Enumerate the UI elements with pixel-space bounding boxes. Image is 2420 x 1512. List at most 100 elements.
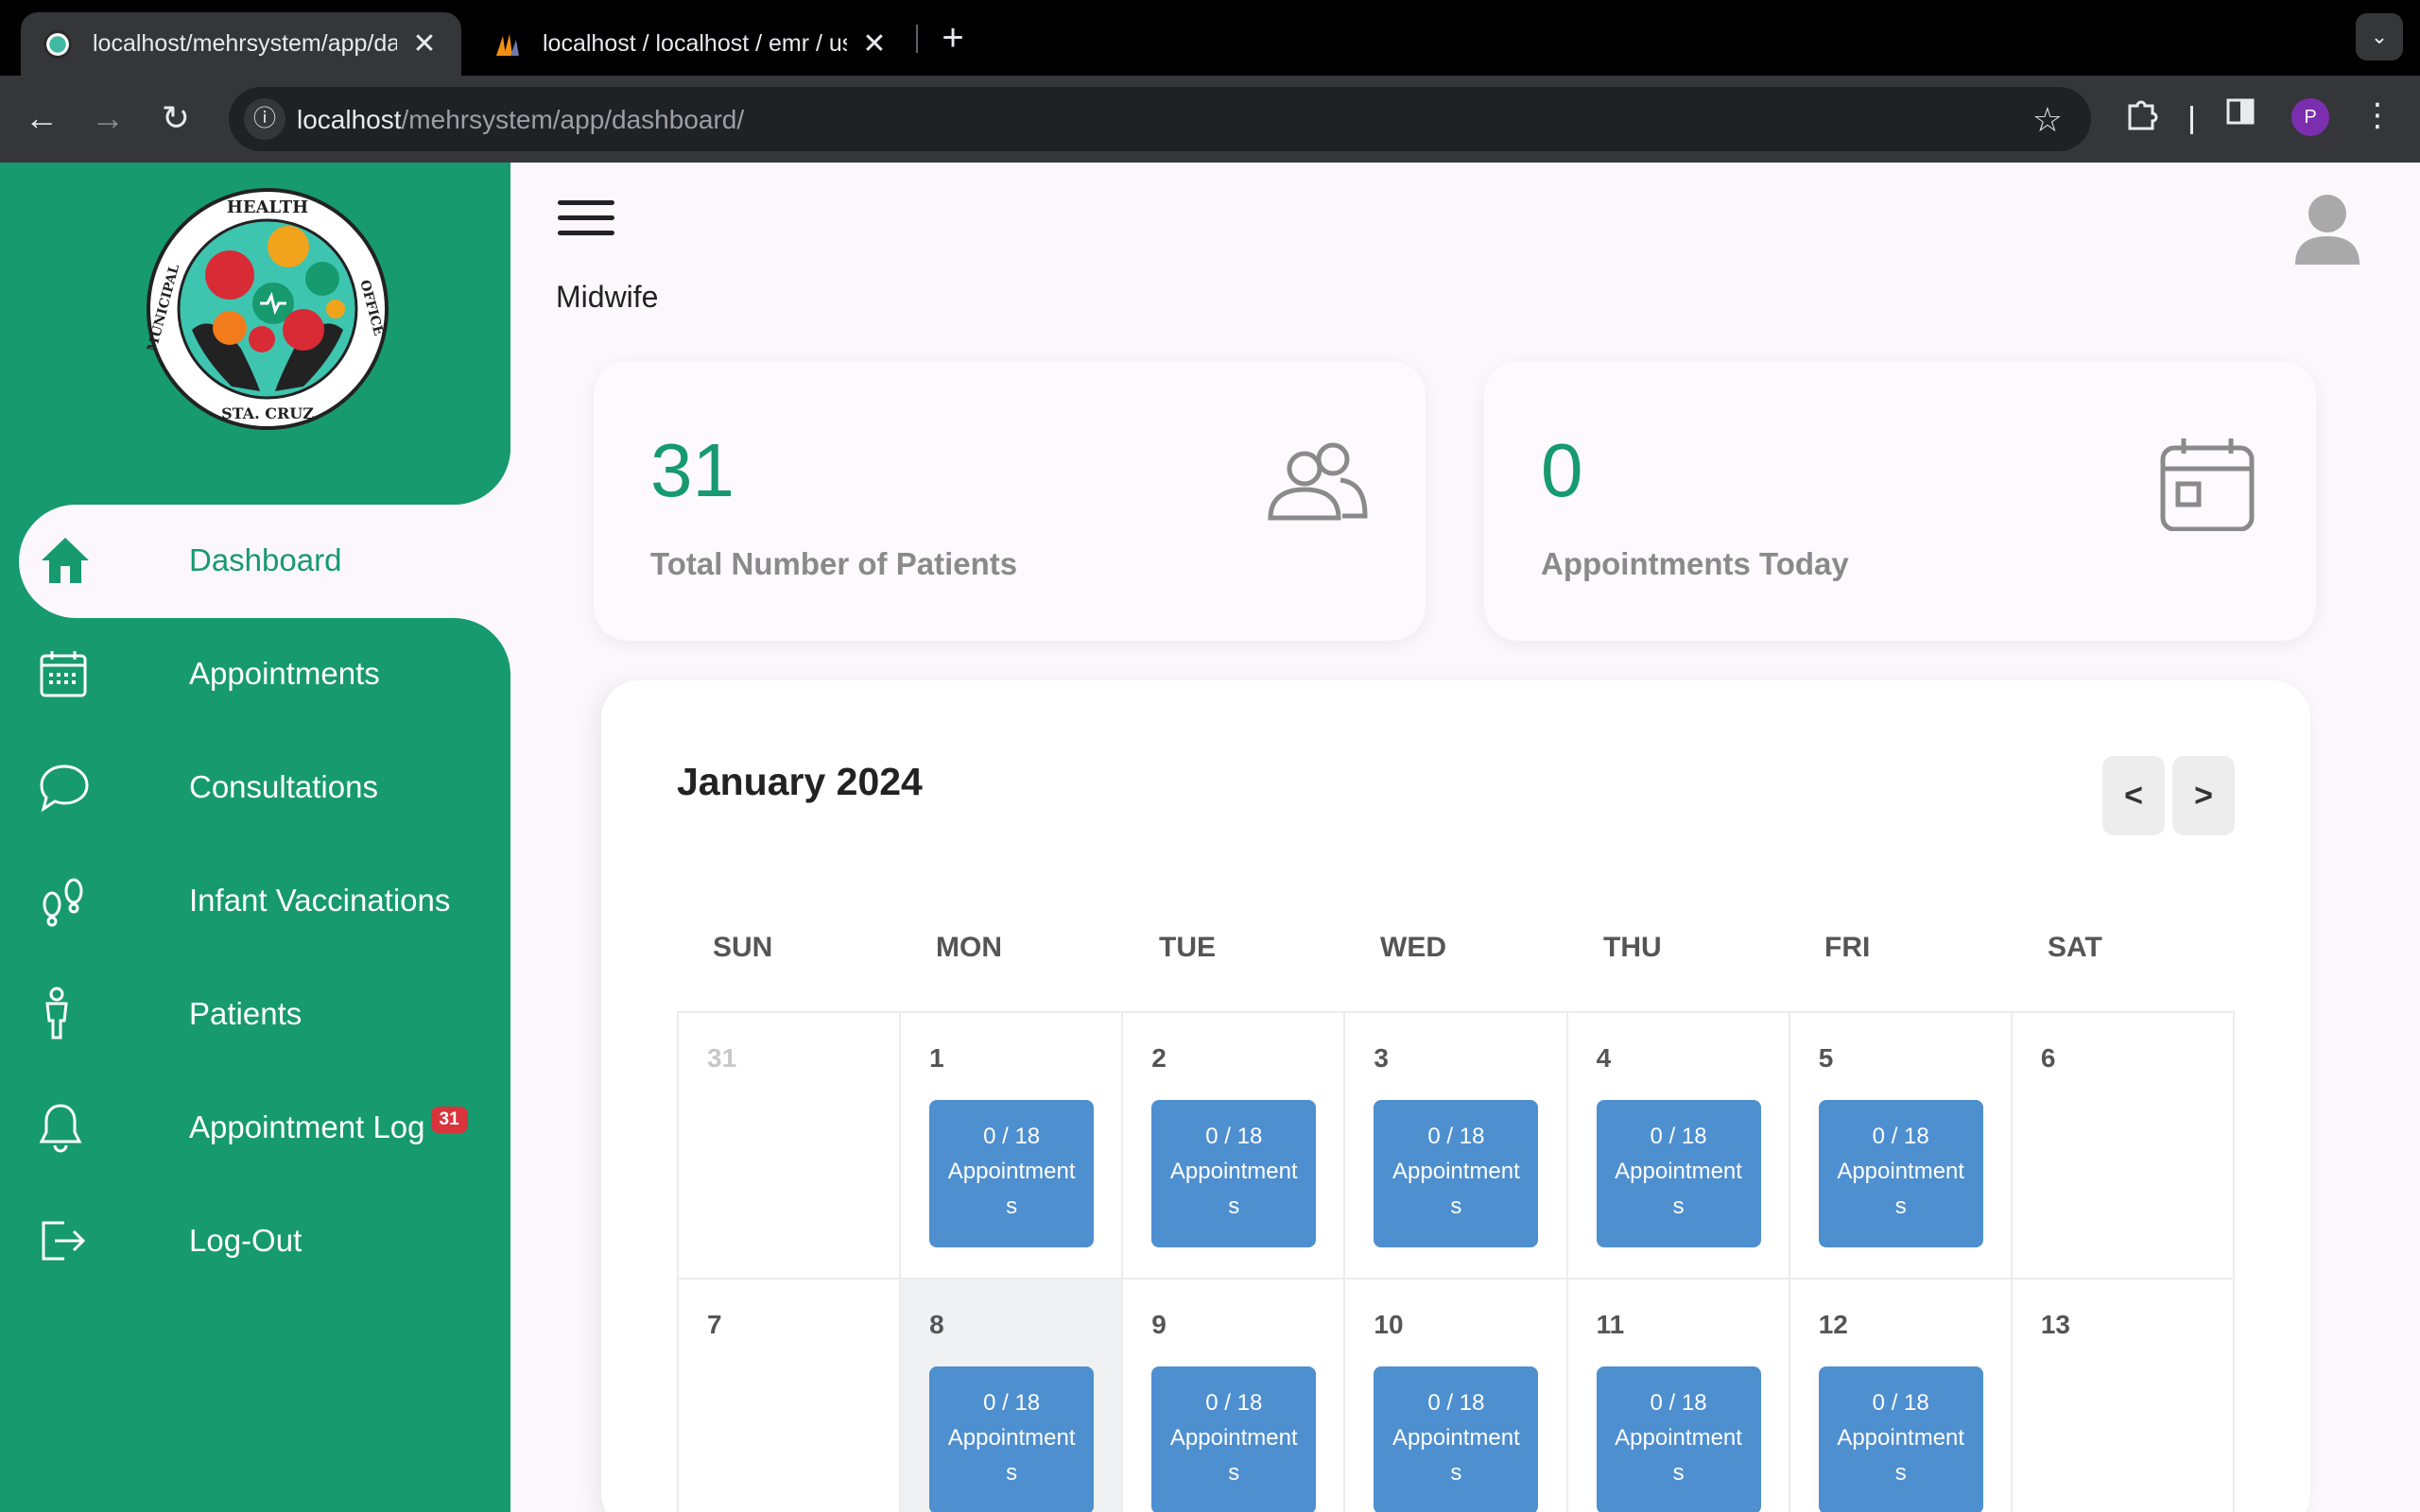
calendar-day-number: 8	[929, 1310, 944, 1339]
calendar-month-title: January 2024	[677, 760, 923, 803]
appointment-slot-text: Appointment	[1615, 1159, 1742, 1184]
svg-text:HEALTH: HEALTH	[227, 198, 308, 217]
weekday-header: MON	[936, 932, 1002, 963]
calendar-grid: 31 1 0 / 18 Appointment s 2 0 / 18 Appointment s…	[677, 1011, 2235, 1512]
appointment-slot-block[interactable]: 0 / 18 Appointment s	[1151, 1100, 1317, 1247]
appointment-slot-text: 0 / 18	[1650, 1124, 1707, 1149]
calendar-day-number: 5	[1818, 1043, 1834, 1073]
browser-tab-dashboard[interactable]: localhost/mehrsystem/app/da ✕	[21, 12, 461, 76]
tab-divider	[916, 25, 918, 53]
calendar-prev-button[interactable]: <	[2102, 756, 2165, 835]
calendar-next-button[interactable]: >	[2172, 756, 2235, 835]
svg-text:STA. CRUZ: STA. CRUZ	[221, 404, 314, 422]
appointment-slot-text: Appointment	[947, 1425, 1076, 1451]
main-content: Midwife 31 Total Number of Patients 0 Ap…	[510, 163, 2420, 1512]
calendar-day-cell[interactable]: 11 0 / 18 Appointment s	[1568, 1280, 1790, 1512]
municipal-health-office-logo: HEALTH STA. CRUZ MUNICIPAL OFFICE	[147, 188, 389, 430]
people-group-icon	[1268, 442, 1368, 521]
sidebar-item-appointments[interactable]: Appointments	[38, 631, 492, 716]
appointment-slot-block[interactable]: 0 / 18 Appointment s	[929, 1366, 1095, 1512]
appointment-slot-text: Appointment	[947, 1159, 1076, 1184]
calendar-day-cell[interactable]: 3 0 / 18 Appointment s	[1345, 1013, 1568, 1278]
appointment-slot-text: 0 / 18	[1872, 1124, 1929, 1149]
sidebar-item-label: Dashboard	[189, 542, 342, 577]
calendar-day-cell[interactable]: 1 0 / 18 Appointment s	[901, 1013, 1124, 1278]
address-bar[interactable]: ⓘ localhost/mehrsystem/app/dashboard/ ☆	[229, 87, 2091, 151]
calendar-day-cell[interactable]: 31	[679, 1013, 902, 1278]
calendar-day-cell[interactable]: 8 0 / 18 Appointment s	[901, 1280, 1124, 1512]
calendar-day-cell[interactable]: 12 0 / 18 Appointment s	[1790, 1280, 2013, 1512]
bookmark-star-icon[interactable]: ☆	[2032, 100, 2063, 140]
appointment-slot-text: 0 / 18	[1427, 1390, 1485, 1416]
weekday-header: WED	[1380, 932, 1446, 963]
appointment-slot-block[interactable]: 0 / 18 Appointment s	[1374, 1100, 1539, 1247]
url-text[interactable]: localhost/mehrsystem/app/dashboard/	[297, 105, 744, 135]
sidebar-item-log-out[interactable]: Log-Out	[38, 1198, 492, 1283]
calendar-day-cell[interactable]: 6	[2013, 1013, 2235, 1278]
weekday-header: SAT	[2048, 932, 2102, 963]
calendar-day-cell[interactable]: 5 0 / 18 Appointment s	[1790, 1013, 2013, 1278]
calendar-day-cell[interactable]: 13	[2013, 1280, 2235, 1512]
calendar-week-row: 780 / 18 Appointment s 9 0 / 18 Appointment s 1…	[679, 1280, 2235, 1512]
appointment-slot-block[interactable]: 0 / 18 Appointment s	[1151, 1366, 1317, 1512]
calendar-day-cell[interactable]: 2 0 / 18 Appointment s	[1123, 1013, 1346, 1278]
appointment-slot-text: Appointment	[1169, 1159, 1298, 1184]
site-info-icon[interactable]: ⓘ	[244, 98, 285, 140]
sidebar-item-appointment-log[interactable]: Appointment Log 31	[38, 1085, 492, 1170]
appointment-slot-block[interactable]: 0 / 18 Appointment s	[929, 1100, 1095, 1247]
calendar-day-number: 13	[2040, 1310, 2070, 1339]
appointment-slot-text: 0 / 18	[1872, 1390, 1929, 1416]
appointment-slot-text: Appointment	[1392, 1425, 1520, 1451]
profile-avatar[interactable]: P	[2291, 98, 2329, 136]
appointment-slot-text: Appointment	[1392, 1159, 1520, 1184]
calendar-day-cell[interactable]: 9 0 / 18 Appointment s	[1123, 1280, 1346, 1512]
calendar-day-number: 31	[707, 1043, 737, 1073]
appointment-calendar: January 2024 < > SUN MON TUE WED THU FRI…	[601, 680, 2310, 1512]
calendar-day-number: 11	[1596, 1310, 1625, 1339]
calendar-day-cell[interactable]: 10 0 / 18 Appointment s	[1345, 1280, 1568, 1512]
user-avatar-icon[interactable]	[2293, 191, 2361, 266]
reload-icon[interactable]: ↻	[151, 94, 200, 144]
sidebar-item-patients[interactable]: Patients	[38, 971, 492, 1057]
appointment-slot-text: 0 / 18	[983, 1390, 1041, 1416]
browser-tab-phpmyadmin[interactable]: localhost / localhost / emr / us ✕	[471, 12, 911, 76]
sidebar-item-dashboard[interactable]: Dashboard	[38, 518, 492, 603]
appointment-slot-block[interactable]: 0 / 18 Appointment s	[1818, 1100, 1983, 1247]
appointment-slot-block[interactable]: 0 / 18 Appointment s	[1818, 1366, 1983, 1512]
appointment-slot-text: 0 / 18	[1650, 1390, 1707, 1416]
browser-menu-kebab-icon[interactable]: ⋮	[2354, 96, 2401, 134]
appointment-slot-text: s	[1228, 1460, 1240, 1486]
hamburger-menu-icon[interactable]	[558, 200, 614, 238]
appointment-slot-block[interactable]: 0 / 18 Appointment s	[1374, 1366, 1539, 1512]
total-patients-label: Total Number of Patients	[650, 546, 1018, 581]
calendar-day-cell[interactable]: 7	[679, 1280, 902, 1512]
weekday-header: SUN	[713, 932, 773, 963]
phpmyadmin-favicon-icon	[493, 30, 522, 59]
close-tab-icon[interactable]: ✕	[410, 27, 439, 60]
appointment-slot-block[interactable]: 0 / 18 Appointment s	[1596, 1366, 1761, 1512]
side-panel-icon[interactable]	[2217, 96, 2264, 135]
appointment-slot-text: s	[1006, 1460, 1018, 1486]
calendar-day-cell[interactable]: 4 0 / 18 Appointment s	[1568, 1013, 1790, 1278]
appointment-slot-text: s	[1672, 1194, 1685, 1219]
sidebar-item-infant-vaccinations[interactable]: Infant Vaccinations	[38, 858, 492, 943]
appointment-slot-text: 0 / 18	[1205, 1390, 1263, 1416]
back-arrow-icon[interactable]: ←	[17, 94, 66, 144]
new-tab-button[interactable]: +	[931, 17, 975, 60]
calendar-day-icon	[2160, 438, 2255, 531]
browser-toolbar: ← → ↻ ⓘ localhost/mehrsystem/app/dashboa…	[0, 76, 2420, 163]
appointment-slot-text: s	[1894, 1460, 1907, 1486]
calendar-day-number: 12	[1818, 1310, 1848, 1339]
calendar-week-row: 31 1 0 / 18 Appointment s 2 0 / 18 Appointment s…	[679, 1013, 2235, 1280]
sidebar-item-consultations[interactable]: Consultations	[38, 745, 492, 830]
sidebar: HEALTH STA. CRUZ MUNICIPAL OFFICE Dashbo…	[0, 163, 529, 1512]
appointment-slot-block[interactable]: 0 / 18 Appointment s	[1596, 1100, 1761, 1247]
person-icon	[38, 986, 113, 1042]
extensions-puzzle-icon[interactable]	[2118, 96, 2165, 139]
forward-arrow-icon[interactable]: →	[83, 94, 132, 144]
weekday-header: THU	[1603, 932, 1662, 963]
calendar-day-number: 3	[1374, 1043, 1389, 1073]
tab-search-chevron-icon[interactable]: ⌄	[2356, 13, 2403, 60]
close-tab-icon[interactable]: ✕	[860, 27, 889, 60]
sidebar-item-label: Appointment Log 31	[189, 1106, 468, 1146]
